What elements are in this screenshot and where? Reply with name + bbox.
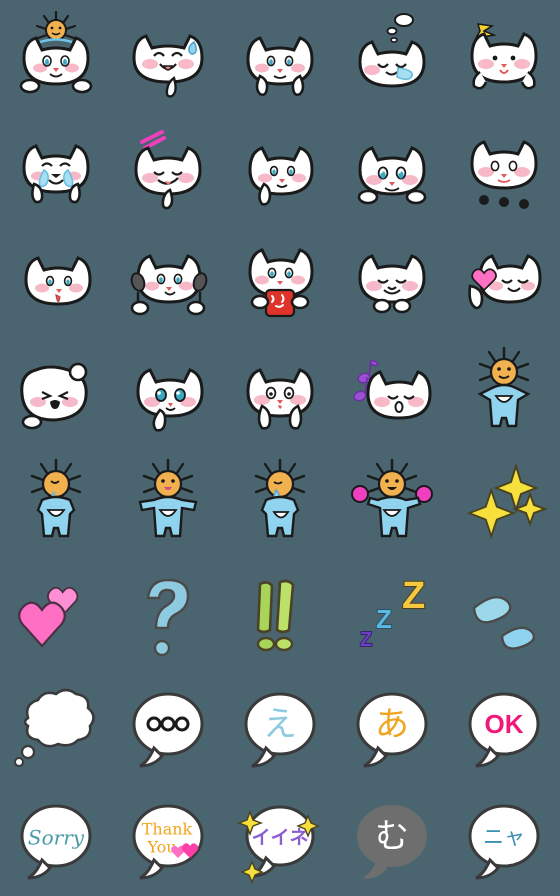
cat-holding-red-gift-icon — [248, 248, 314, 318]
bubble-text: Sorry — [28, 826, 85, 850]
sticker-cell-bubble-nya[interactable]: ニャ Speech bubble with katakana nya — [448, 784, 560, 896]
cat-pouting-tilted-icon — [20, 362, 88, 430]
sticker-cell-sun-kid-cheering[interactable]: Sun-head kid cheering with open arms — [112, 448, 224, 560]
sticker-cell-bubble-mu-gray[interactable]: む Gray speech bubble with hiragana mu — [336, 784, 448, 896]
bubble-text: あ — [375, 705, 409, 745]
sticker-cell-zzz-sleep[interactable]: Z Z Z Sleeping ZZZ in yellow, blue and p… — [336, 560, 448, 672]
cat-sparkly-eyes-icon — [136, 368, 204, 432]
bubble-iine-icon: イイネ — [237, 805, 320, 884]
sticker-cell-bubble-sorry[interactable]: Sorry Speech bubble with Sorry — [0, 784, 112, 896]
water-droplets-blue-icon — [472, 596, 536, 650]
sun-kid-pompoms-icon — [351, 458, 433, 538]
bubble-text: イイネ — [251, 827, 308, 849]
bubble-e-hiragana-icon: え — [244, 692, 316, 768]
bubble-nya-icon: ニャ — [468, 804, 540, 880]
cat-holding-pink-heart-icon — [468, 254, 542, 310]
svg-text:Z: Z — [360, 629, 372, 651]
sticker-cell-bubble-three-dots[interactable]: Speech bubble with three dots — [112, 672, 224, 784]
sticker-cell-cat-smug-pink-streak[interactable]: Cat smirking with pink streak accent — [112, 112, 224, 224]
hearts-pink-icon — [18, 586, 79, 648]
sticker-cell-bubble-empty-thought[interactable]: Empty white thought bubble — [0, 672, 112, 784]
sticker-cell-double-exclamation-green[interactable]: Green double exclamation mark — [224, 560, 336, 672]
sticker-cell-question-mark-blue[interactable]: Light blue question mark — [112, 560, 224, 672]
question-mark-blue-icon — [146, 578, 190, 657]
sticker-cell-cat-sparkly-eyes[interactable]: Cat with big sparkly eyes, paw under chi… — [112, 336, 224, 448]
cat-sleeping-drool-icon — [358, 13, 426, 88]
sparkles-yellow-icon — [466, 462, 548, 540]
bubble-mu-gray-icon: む — [357, 805, 427, 879]
bubble-thank-you-icon: Thank You Thank You — [132, 804, 204, 885]
sticker-cell-sun-kid-crying[interactable]: Sun-head kid crying, arms down — [0, 448, 112, 560]
cat-teary-sad-paws-icon — [357, 146, 427, 205]
sticker-cell-cat-pouting-tilted[interactable]: Cat pouting, head tilted with paw — [0, 336, 112, 448]
cat-smug-pink-streak-icon — [134, 130, 202, 210]
sticker-cell-cat-content-smile[interactable]: Cat smiling contentedly, paws folded — [336, 224, 448, 336]
sticker-cell-bubble-a-hiragana[interactable]: あ Speech bubble with hiragana a — [336, 672, 448, 784]
sticker-cell-bubble-thank-you[interactable]: Thank You Thank You Speech bubble with T… — [112, 784, 224, 896]
cat-content-smile-icon — [358, 254, 426, 314]
sticker-cell-cat-sad-paw-cheek[interactable]: Cat sad with paw to cheek — [224, 112, 336, 224]
bubble-text: え — [263, 705, 297, 745]
sticker-cell-cat-singing-music-notes[interactable]: Cat singing with purple music notes — [336, 336, 448, 448]
sticker-cell-cat-shocked-lightning[interactable]: Cat shocked with yellow lightning bolt — [448, 0, 560, 112]
sticker-cell-sparkles-yellow[interactable]: Three yellow four-point sparkles — [448, 448, 560, 560]
sun-kid-cheering-icon — [138, 458, 198, 538]
cat-crying-streams-icon — [22, 144, 90, 204]
sticker-cell-bubble-e-hiragana[interactable]: え Speech bubble with hiragana e — [224, 672, 336, 784]
bubble-sorry-icon: Sorry — [20, 804, 92, 880]
bubble-empty-thought-icon — [14, 688, 95, 767]
sticker-cell-cat-teary-sad-paws[interactable]: Cat with glossy teary eyes and paws — [336, 112, 448, 224]
cat-singing-music-notes-icon — [353, 358, 432, 420]
svg-text:Z: Z — [376, 604, 392, 634]
sticker-cell-hearts-pink[interactable]: Two pink hearts — [0, 560, 112, 672]
sun-kid-crying-icon — [30, 458, 82, 538]
sticker-cell-cat-holding-spoons[interactable]: Cat holding two spoons / utensils — [112, 224, 224, 336]
double-exclamation-green-icon — [256, 579, 295, 652]
sticker-cell-cat-with-sun-hat[interactable]: Cat peeking with sun character on head — [0, 0, 112, 112]
sticker-cell-bubble-ok[interactable]: OK Speech bubble with OK — [448, 672, 560, 784]
sticker-cell-cat-laughing-sweat[interactable]: Cat laughing with sweat drop, tongue out — [112, 0, 224, 112]
bubble-text: Thank You — [168, 884, 169, 885]
sticker-cell-cat-surprised-paws-face[interactable]: Cat surprised with both paws at face — [224, 336, 336, 448]
bubble-three-dots-icon — [132, 692, 204, 768]
cat-surprised-paws-face-icon — [246, 368, 314, 430]
bubble-text: む — [375, 817, 409, 857]
bubble-text: OK — [485, 709, 524, 739]
bubble-a-hiragana-icon: あ — [356, 692, 428, 768]
cat-blue-lines-shock-icon — [24, 256, 92, 306]
sticker-cell-bubble-iine[interactable]: イイネ Speech bubble with katakana iine and… — [224, 784, 336, 896]
sticker-cell-cat-holding-pink-heart[interactable]: Cat holding pink heart — [448, 224, 560, 336]
sticker-cell-water-droplets-blue[interactable]: Two blue water droplets — [448, 560, 560, 672]
cat-with-sun-hat-icon — [19, 10, 93, 94]
cat-dots-below-icon — [470, 140, 538, 209]
sticker-cell-cat-crying-streams[interactable]: Cat crying with tear streams and paws — [0, 112, 112, 224]
sticker-cell-cat-blue-lines-shock[interactable]: Cat shocked with blue vertical shade lin… — [0, 224, 112, 336]
cat-laughing-sweat-icon — [132, 34, 204, 98]
sticker-cell-cat-holding-red-gift[interactable]: Cat holding red gift bag — [224, 224, 336, 336]
sticker-cell-sun-kid-pompoms[interactable]: Sun-head kid with pink pom-poms — [336, 448, 448, 560]
sun-kid-arms-up-icon — [477, 346, 531, 428]
cat-sad-paw-cheek-icon — [248, 146, 314, 206]
sticker-cell-sun-kid-arms-up[interactable]: Sun-head kid in blue outfit, arms raised — [448, 336, 560, 448]
cat-shocked-lightning-icon — [470, 23, 538, 90]
svg-text:Z: Z — [402, 575, 425, 617]
sticker-cell-cat-teary-paws-up[interactable]: Cat with teary eyes, paws raised — [224, 0, 336, 112]
bubble-text: ニャ — [483, 825, 525, 849]
svg-text:Thank: Thank — [142, 820, 193, 839]
sun-kid-teardrop-icon — [254, 458, 306, 538]
sticker-cell-cat-dots-below[interactable]: Cat with three black dots underneath — [448, 112, 560, 224]
bubble-ok-icon: OK — [468, 692, 540, 768]
cat-holding-spoons-icon — [130, 254, 208, 316]
sticker-grid: Cat peeking with sun character on head C… — [0, 0, 560, 896]
sticker-cell-sun-kid-teardrop[interactable]: Sun-head kid with single tear — [224, 448, 336, 560]
sticker-cell-cat-sleeping-drool[interactable]: Cat sleeping with thought bubble and dro… — [336, 0, 448, 112]
cat-teary-paws-up-icon — [246, 36, 314, 97]
zzz-sleep-icon: Z Z Z — [359, 574, 426, 652]
